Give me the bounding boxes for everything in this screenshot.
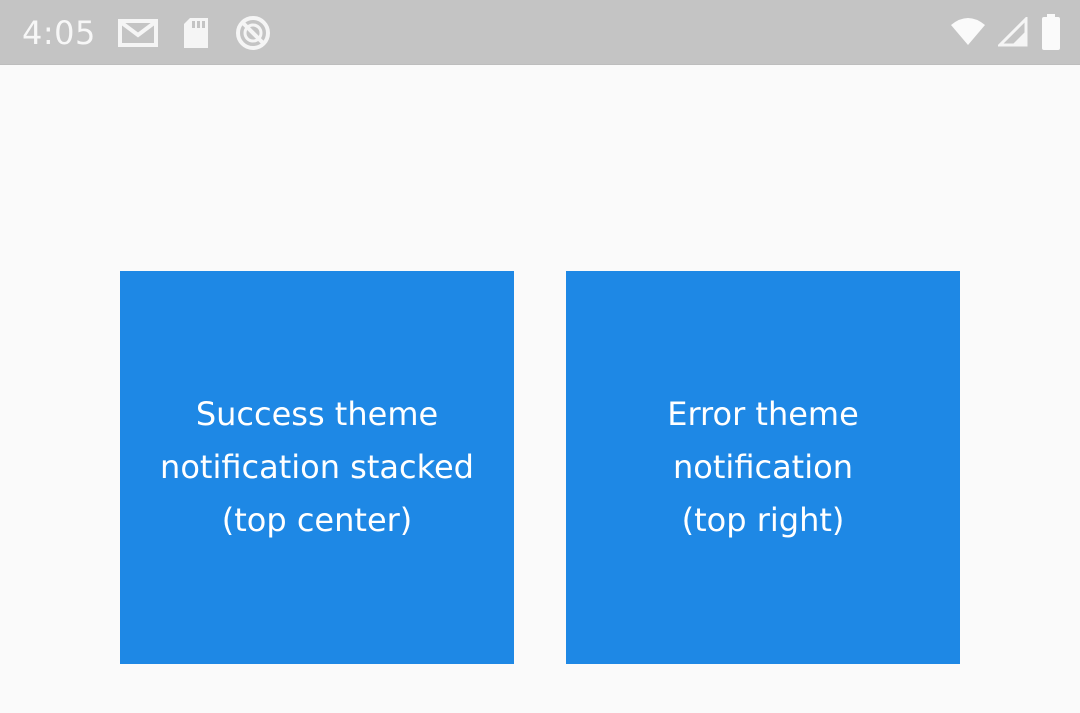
status-time: 4:05 — [22, 14, 96, 52]
status-bar: 4:05 — [0, 0, 1080, 65]
battery-icon — [1040, 13, 1062, 51]
error-notification-button[interactable]: Error theme notification (top right) — [566, 271, 960, 664]
no-disturb-icon — [234, 14, 272, 52]
gmail-icon — [118, 18, 158, 48]
success-notification-label: Success theme notification stacked (top … — [160, 395, 474, 539]
status-left-icons — [118, 14, 272, 52]
wifi-icon — [950, 17, 986, 47]
error-notification-label: Error theme notification (top right) — [667, 395, 859, 539]
main-content: Success theme notification stacked (top … — [0, 65, 1080, 713]
cellular-signal-icon — [998, 17, 1028, 47]
sd-card-icon — [182, 16, 210, 50]
success-notification-button[interactable]: Success theme notification stacked (top … — [120, 271, 514, 664]
status-right-icons — [950, 12, 1062, 52]
